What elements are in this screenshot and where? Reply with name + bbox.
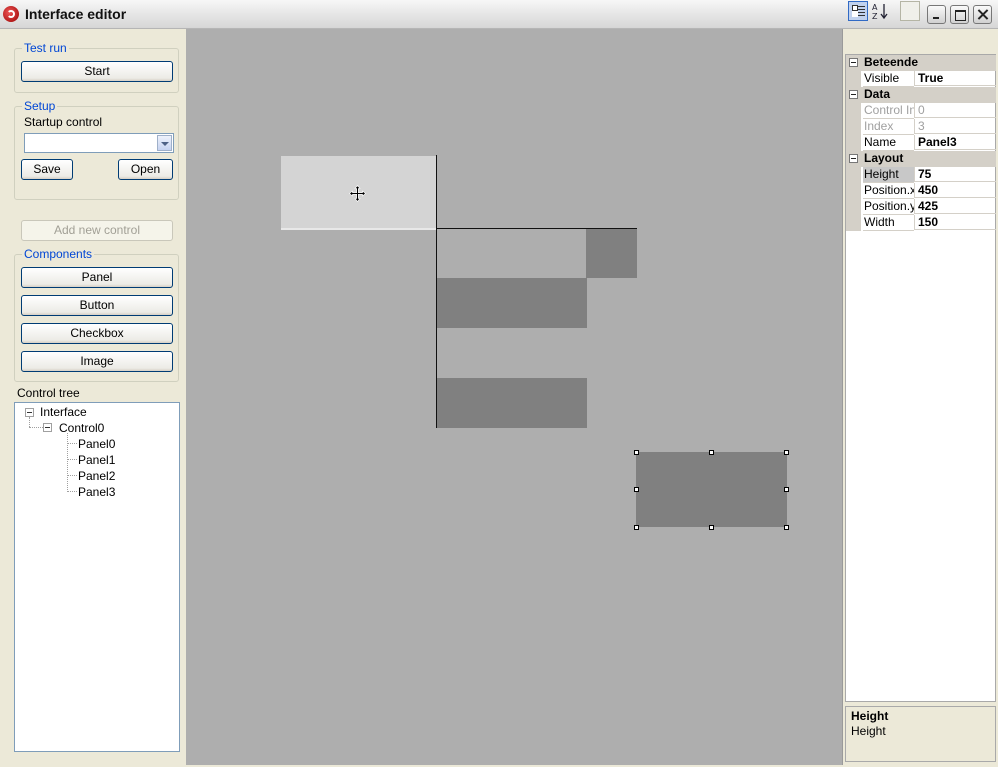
panel2[interactable]	[437, 378, 587, 428]
property-row-position-x[interactable]: Position.x 450	[846, 183, 996, 199]
property-row-position-y[interactable]: Position.y 425	[846, 199, 996, 215]
collapse-icon[interactable]	[25, 408, 34, 417]
collapse-icon[interactable]	[849, 58, 858, 67]
property-row-height[interactable]: Height 75	[846, 167, 996, 183]
property-row-width[interactable]: Width 150	[846, 215, 996, 231]
resize-handle[interactable]	[784, 450, 789, 455]
test-run-title: Test run	[22, 41, 69, 55]
collapse-icon[interactable]	[43, 423, 52, 432]
tree-node-interface[interactable]: Interface	[40, 405, 87, 419]
resize-handle[interactable]	[634, 450, 639, 455]
alphabetical-sort-icon[interactable]: A Z	[870, 1, 890, 21]
start-button[interactable]: Start	[21, 61, 173, 82]
property-grid[interactable]: Beteende Visible True Data Control Ind 0…	[845, 54, 996, 702]
category-data[interactable]: Data	[846, 87, 996, 103]
category-beteende[interactable]: Beteende	[846, 55, 996, 71]
property-help-panel: Height Height	[845, 706, 996, 762]
components-title: Components	[22, 247, 95, 261]
move-cursor-icon	[349, 185, 366, 202]
help-description: Height	[851, 724, 886, 738]
close-button[interactable]	[973, 5, 992, 24]
control-tree-label: Control tree	[17, 386, 80, 400]
tree-node-control0[interactable]: Control0	[59, 421, 104, 435]
checkbox-component-button[interactable]: Checkbox	[21, 323, 173, 344]
startup-control-combo[interactable]	[24, 133, 174, 153]
property-row-visible[interactable]: Visible True	[846, 71, 996, 87]
save-button[interactable]: Save	[21, 159, 73, 180]
app-logo-icon	[3, 6, 19, 22]
tree-node-panel3[interactable]: Panel3	[78, 485, 115, 499]
control-tree[interactable]: Interface Control0 Panel0 Panel1 Panel2 …	[14, 402, 180, 752]
collapse-icon[interactable]	[849, 154, 858, 163]
open-button[interactable]: Open	[118, 159, 173, 180]
property-pages-icon[interactable]	[900, 1, 920, 21]
categorized-view-icon[interactable]	[848, 1, 868, 21]
minimize-button[interactable]	[927, 5, 946, 24]
add-new-control-button[interactable]: Add new control	[21, 220, 173, 241]
window-title: Interface editor	[25, 6, 127, 22]
image-component-button[interactable]: Image	[21, 351, 173, 372]
setup-title: Setup	[22, 99, 58, 113]
startup-control-label: Startup control	[24, 115, 103, 129]
category-layout[interactable]: Layout	[846, 151, 996, 167]
resize-handle[interactable]	[709, 525, 714, 530]
chevron-down-icon[interactable]	[157, 135, 172, 151]
panel0[interactable]	[586, 229, 637, 278]
resize-handle[interactable]	[634, 487, 639, 492]
property-row-name[interactable]: Name Panel3	[846, 135, 996, 151]
resize-handle[interactable]	[784, 487, 789, 492]
panel3[interactable]	[636, 452, 787, 527]
property-row-control-index[interactable]: Control Ind 0	[846, 103, 996, 119]
resize-handle[interactable]	[634, 525, 639, 530]
panel1[interactable]	[437, 278, 587, 328]
help-title: Height	[851, 709, 889, 723]
panel-component-button[interactable]: Panel	[21, 267, 173, 288]
svg-text:A: A	[872, 3, 878, 12]
tree-node-panel1[interactable]: Panel1	[78, 453, 115, 467]
resize-handle[interactable]	[784, 525, 789, 530]
button-component-button[interactable]: Button	[21, 295, 173, 316]
tree-node-panel0[interactable]: Panel0	[78, 437, 115, 451]
svg-text:Z: Z	[872, 12, 878, 21]
tree-node-panel2[interactable]: Panel2	[78, 469, 115, 483]
collapse-icon[interactable]	[849, 90, 858, 99]
maximize-button[interactable]	[950, 5, 969, 24]
property-row-index[interactable]: Index 3	[846, 119, 996, 135]
resize-handle[interactable]	[709, 450, 714, 455]
